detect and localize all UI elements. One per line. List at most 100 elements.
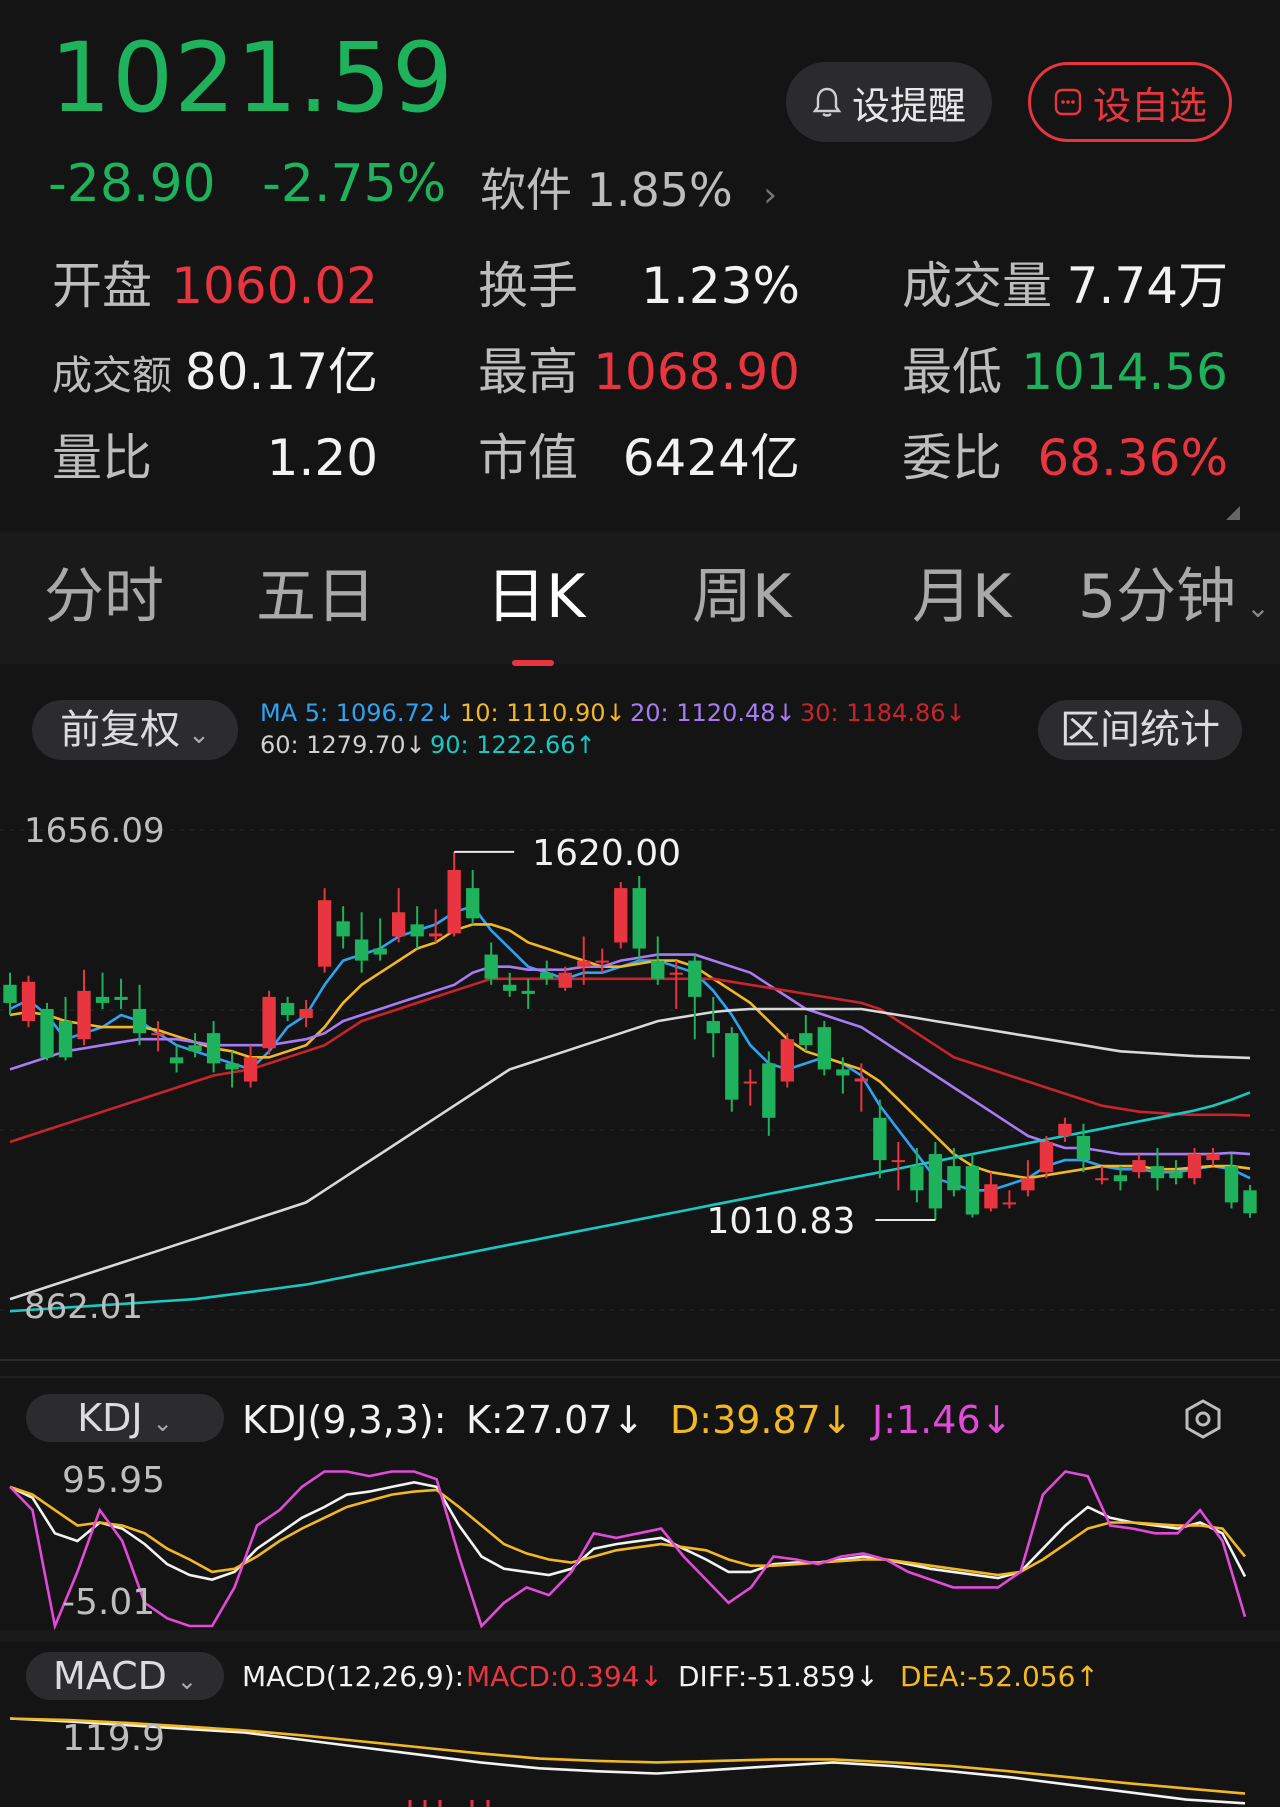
stat-volume: 成交量 7.74万: [902, 256, 1228, 316]
stat-label: 最低: [902, 343, 1002, 401]
candle-body: [21, 981, 36, 1022]
candle-body: [484, 954, 498, 979]
candle-body: [762, 1063, 776, 1118]
price-adjust-label: 前复权: [60, 707, 181, 753]
tab-five-day[interactable]: 五日: [256, 552, 376, 642]
down-arrow-icon: ↓: [612, 1398, 645, 1442]
kdj-j-value: J:1.46↓: [872, 1396, 1012, 1444]
stat-label: 量比: [52, 429, 152, 487]
stat-value: 1014.56: [1021, 343, 1228, 401]
tab-daily-k[interactable]: 日K: [486, 552, 585, 642]
settings-icon[interactable]: [1182, 1398, 1224, 1440]
candle-body: [1224, 1166, 1239, 1203]
change-percent: -2.75%: [262, 154, 447, 214]
candle-body: [595, 960, 609, 963]
candle-body: [1243, 1190, 1257, 1214]
watchlist-icon: [1054, 88, 1082, 116]
candle-body: [114, 996, 128, 1000]
kdj-k-line: [9, 1480, 1247, 1581]
tab-5min-label: 5分钟: [1078, 562, 1237, 632]
ma90-value: 90: 1222.66↑: [430, 731, 596, 759]
candle-body: [373, 948, 387, 955]
chevron-down-icon: ⌄: [1246, 591, 1270, 624]
candle-body: [317, 900, 332, 967]
candle-body: [169, 1057, 184, 1064]
candle-body: [817, 1027, 831, 1070]
kdj-pill-label: KDJ: [77, 1396, 143, 1440]
candle-body: [336, 921, 350, 937]
macd-diff-text: DIFF:-51.859: [678, 1660, 856, 1693]
sector-link[interactable]: 软件 1.85% ›: [480, 158, 777, 227]
candle-body: [243, 1057, 258, 1082]
sector-percent: 1.85%: [586, 163, 733, 217]
candle-body: [299, 1008, 313, 1019]
tab-weekly-k[interactable]: 周K: [692, 552, 791, 642]
macd-pill-label: MACD: [52, 1654, 167, 1698]
tab-5min[interactable]: 5分钟 ⌄: [1078, 552, 1270, 653]
stat-volume-ratio: 量比 1.20: [52, 428, 378, 488]
panel-divider: [0, 1630, 1280, 1642]
candle-body: [873, 1117, 887, 1161]
chevron-down-icon: ⌄: [152, 1409, 173, 1437]
candle-body: [854, 1078, 869, 1082]
candle-body: [3, 984, 17, 1003]
candle-body: [928, 1154, 943, 1209]
panel-divider: [0, 1376, 1280, 1378]
interval-stats-button[interactable]: 区间统计: [1038, 700, 1242, 760]
price-adjust-dropdown[interactable]: 前复权 ⌄: [32, 700, 238, 760]
macd-value: MACD:0.394↓: [466, 1658, 663, 1696]
stat-value: 68.36%: [1037, 429, 1228, 487]
candle-body: [206, 1033, 221, 1064]
stat-value: 1068.90: [593, 343, 800, 401]
kdj-j-text: J:1.46: [872, 1398, 981, 1442]
candle-body: [1169, 1172, 1183, 1179]
up-arrow-icon: ↑: [1075, 1660, 1099, 1693]
high-price-label: 1620.00: [532, 833, 681, 874]
macd-chart[interactable]: 119.9: [0, 1712, 1280, 1807]
stat-high: 最高 1068.90: [478, 342, 800, 402]
candle-body: [466, 888, 480, 919]
stat-label: 成交量: [902, 257, 1052, 315]
candle-body: [391, 912, 406, 937]
ma5-value: MA 5: 1096.72↓: [260, 699, 456, 727]
kdj-k-value: K:27.07↓: [466, 1396, 644, 1444]
candle-body: [558, 972, 572, 988]
macd-indicator-dropdown[interactable]: MACD ⌄: [26, 1652, 224, 1700]
candle-body: [188, 1045, 202, 1052]
change-amount: -28.90: [48, 154, 216, 214]
last-price: 1021.59: [50, 22, 454, 134]
chevron-down-icon: ⌄: [176, 1667, 198, 1695]
candle-body: [910, 1166, 924, 1191]
candle-body: [225, 1063, 239, 1070]
candle-body: [1132, 1160, 1146, 1173]
stat-open: 开盘 1060.02: [52, 256, 378, 316]
candlestick-chart[interactable]: 1656.09 862.01 1620.00 1010.83: [0, 780, 1280, 1370]
kdj-k-text: K:27.07: [466, 1398, 613, 1442]
add-watchlist-button[interactable]: 设自选: [1028, 62, 1232, 142]
stat-turnover-rate: 换手 1.23%: [478, 256, 800, 316]
ma30-value: 30: 1184.86↓: [800, 699, 966, 727]
stat-label: 最高: [478, 343, 578, 401]
tab-monthly-k[interactable]: 月K: [912, 552, 1011, 642]
candle-body: [1095, 1178, 1109, 1181]
stat-order-ratio: 委比 68.36%: [902, 428, 1228, 488]
tab-intraday[interactable]: 分时: [44, 552, 164, 642]
candle-body: [669, 972, 683, 975]
set-alert-label: 设提醒: [851, 83, 966, 128]
stat-value: 1.23%: [641, 257, 800, 315]
y-axis-max-label: 1656.09: [24, 811, 165, 851]
kdj-indicator-dropdown[interactable]: KDJ ⌄: [26, 1394, 224, 1442]
candle-body: [947, 1166, 961, 1191]
candle-body: [1113, 1175, 1128, 1182]
candle-body: [780, 1039, 794, 1082]
macd-text: MACD:0.394: [466, 1660, 640, 1693]
candle-body: [799, 1033, 813, 1046]
chevron-right-icon: ›: [763, 175, 777, 215]
kdj-chart[interactable]: 95.95 -5.01: [0, 1458, 1280, 1630]
stat-value: 1060.02: [171, 257, 378, 315]
candle-body: [132, 1008, 147, 1034]
kdj-y-min-label: -5.01: [62, 1582, 155, 1623]
y-axis-min-label: 862.01: [24, 1287, 143, 1327]
set-alert-button[interactable]: 设提醒: [786, 62, 992, 142]
expand-corner-icon[interactable]: [1226, 506, 1240, 520]
